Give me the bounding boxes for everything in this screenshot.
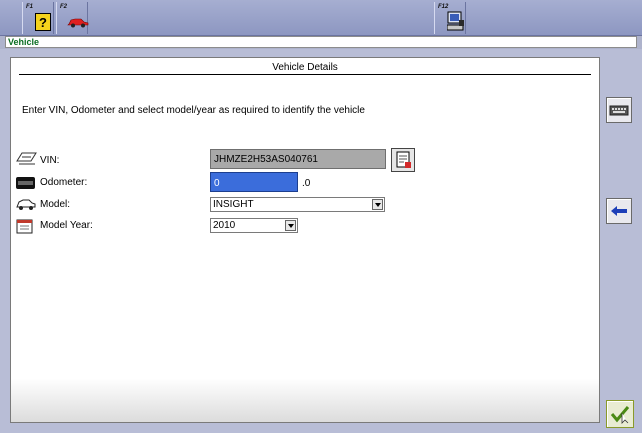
odometer-icon — [16, 176, 36, 193]
model-car-icon — [16, 198, 36, 214]
back-button[interactable] — [606, 198, 632, 224]
vehicle-details-panel: Vehicle Details Enter VIN, Odometer and … — [10, 57, 600, 423]
help-icon: ? — [35, 13, 51, 34]
vin-lookup-button[interactable] — [391, 148, 415, 172]
calendar-icon — [16, 218, 34, 237]
odometer-input[interactable]: 0 — [210, 172, 298, 192]
f2-vehicle-button[interactable]: F2 — [56, 2, 89, 34]
function-key-toolbar: F1 ? F2 F12 — [0, 0, 642, 36]
panel-title: Vehicle Details — [19, 62, 591, 75]
f12-label: F12 — [438, 4, 449, 10]
computer-icon — [446, 11, 465, 34]
chevron-down-icon[interactable] — [285, 220, 296, 231]
confirm-button[interactable] — [606, 400, 634, 428]
document-icon — [392, 151, 414, 174]
chevron-down-icon[interactable] — [372, 199, 383, 210]
odometer-decimal: .0 — [302, 178, 311, 189]
model-year-select[interactable]: 2010 — [210, 218, 298, 233]
car-icon — [67, 16, 89, 31]
model-value: INSIGHT — [213, 199, 254, 210]
f1-label: F1 — [26, 4, 34, 10]
arrow-left-icon — [607, 206, 631, 226]
vin-label: VIN: — [40, 155, 60, 166]
keyboard-button[interactable] — [606, 97, 632, 123]
breadcrumb-vehicle: Vehicle — [8, 37, 40, 47]
checkmark-icon — [607, 406, 633, 430]
model-label: Model: — [40, 199, 71, 210]
f1-help-button[interactable]: F1 ? — [22, 2, 54, 34]
vin-field[interactable]: JHMZE2H53AS040761 — [210, 149, 386, 169]
model-year-label: Model Year: — [40, 220, 93, 231]
instruction-text: Enter VIN, Odometer and select model/yea… — [22, 105, 365, 116]
odometer-label: Odometer: — [40, 177, 88, 188]
keyboard-icon — [607, 105, 631, 125]
f12-tools-button[interactable]: F12 — [434, 2, 466, 34]
breadcrumb: Vehicle — [5, 36, 637, 48]
svg-text:?: ? — [39, 15, 47, 30]
vin-icon — [16, 151, 38, 168]
model-select[interactable]: INSIGHT — [210, 197, 385, 212]
f2-label: F2 — [60, 4, 68, 10]
model-year-value: 2010 — [213, 220, 236, 231]
